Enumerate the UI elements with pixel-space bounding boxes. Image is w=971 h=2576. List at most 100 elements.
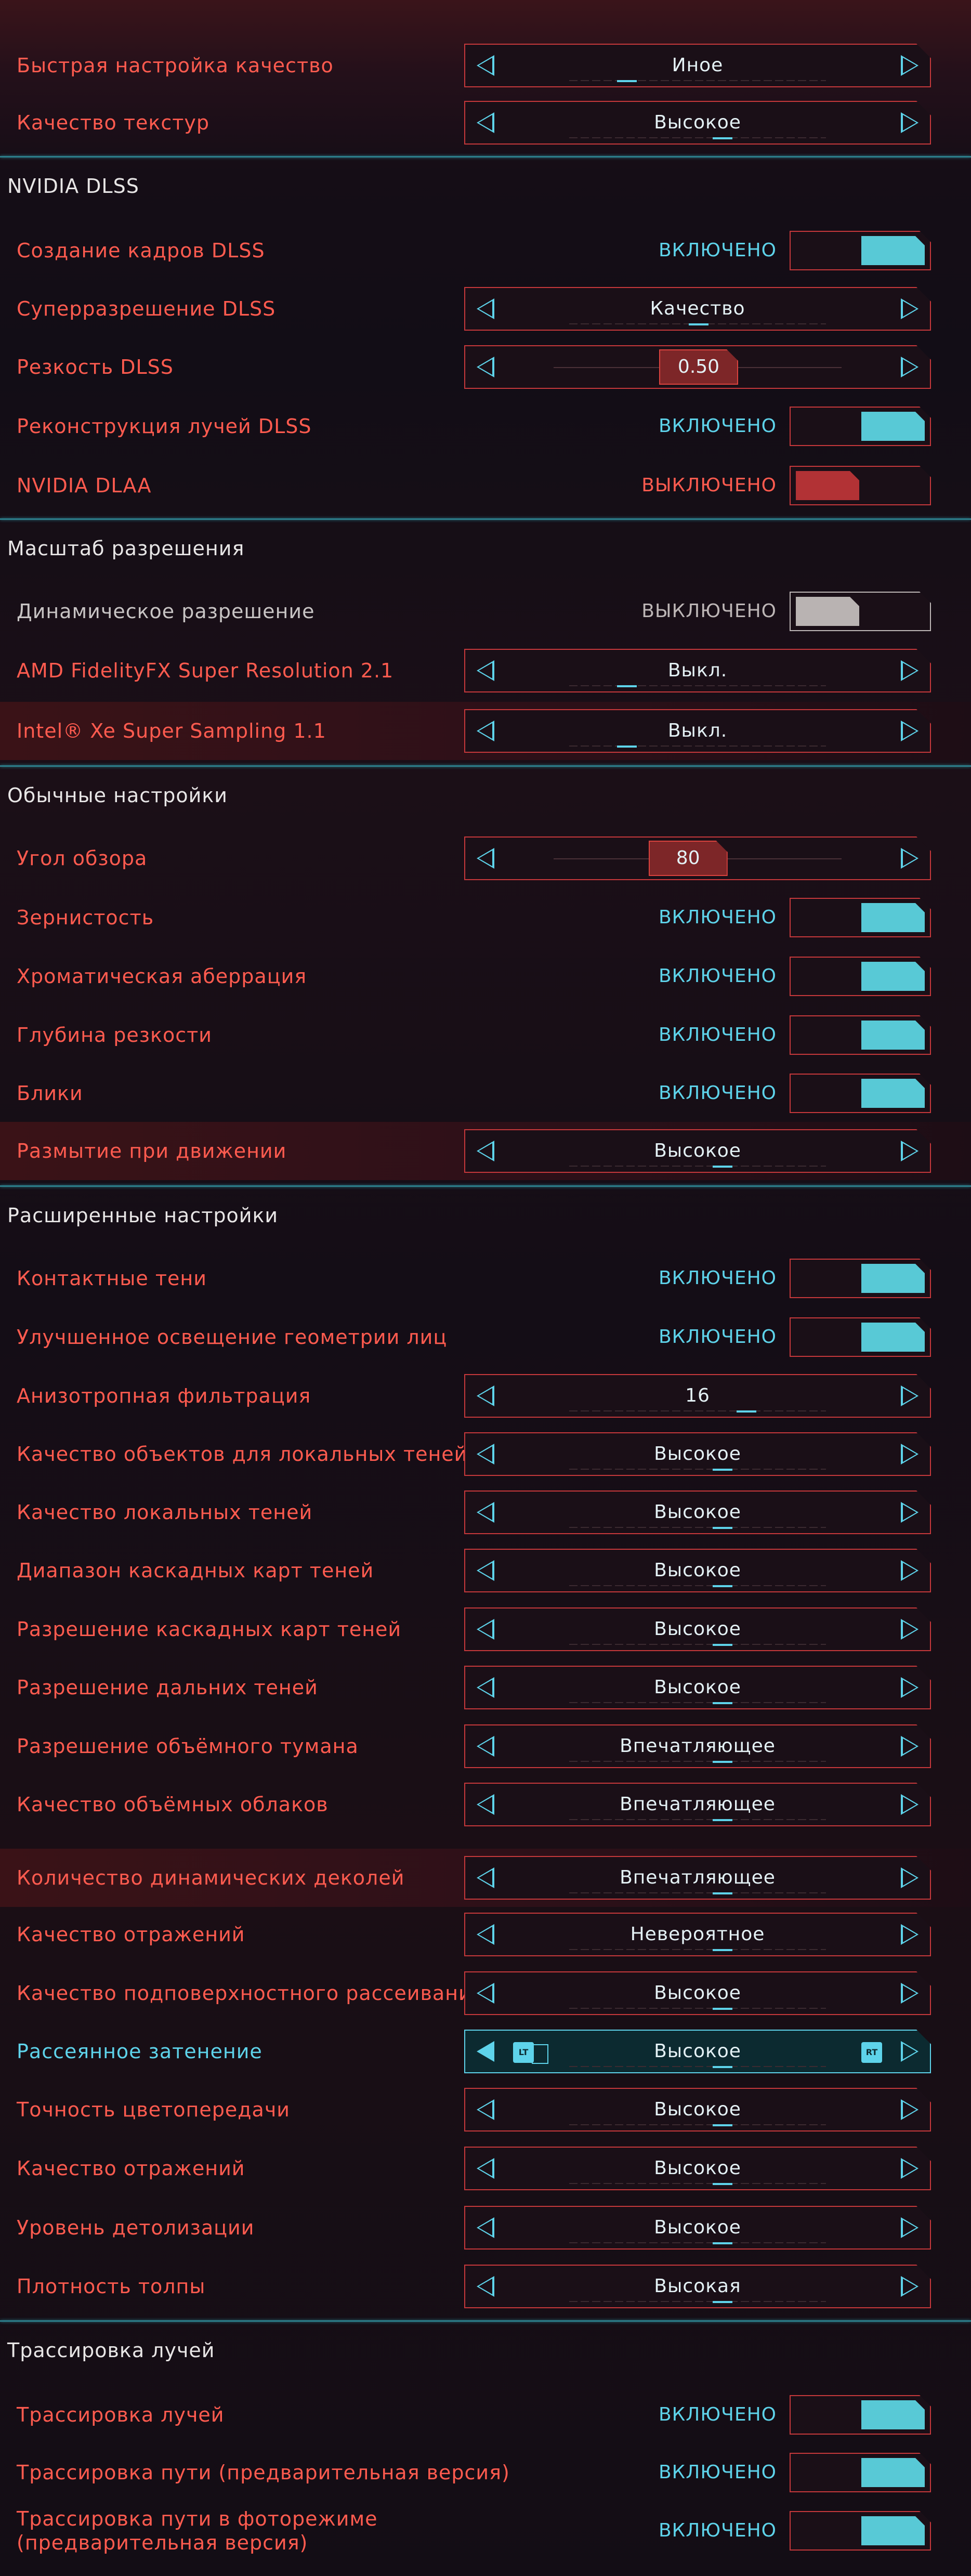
toggle-knob[interactable]	[861, 2458, 925, 2487]
toggle-switch[interactable]	[790, 1015, 931, 1055]
option-selector[interactable]: Высокое LT RT	[464, 2030, 931, 2073]
toggle-switch[interactable]	[790, 2395, 931, 2435]
option-value: Высокое	[654, 2099, 741, 2120]
option-selector[interactable]: Высокое	[464, 1129, 931, 1173]
option-selector[interactable]: Высокое	[464, 101, 931, 145]
setting-row[interactable]: Трассировка лучей ВКЛЮЧЕНО	[0, 2386, 971, 2444]
setting-row[interactable]: Разрешение дальних теней Высокое	[0, 1658, 971, 1717]
option-selector[interactable]: 16	[464, 1374, 931, 1418]
setting-row[interactable]: Суперразрешение DLSS Качество	[0, 280, 971, 338]
toggle-switch[interactable]	[790, 898, 931, 937]
setting-row[interactable]: Качество объектов для локальных теней Выс…	[0, 1425, 971, 1483]
setting-row[interactable]: Блики ВКЛЮЧЕНО	[0, 1064, 971, 1122]
option-selector[interactable]: Выкл.	[464, 709, 931, 753]
toggle-switch[interactable]	[790, 231, 931, 270]
toggle-knob[interactable]	[796, 597, 859, 626]
setting-row[interactable]: Уровень детолизации Высокое	[0, 2199, 971, 2257]
toggle-switch[interactable]	[790, 1259, 931, 1298]
option-selector[interactable]: Высокое	[464, 2147, 931, 2190]
arrow-right-icon[interactable]	[901, 848, 918, 869]
setting-row[interactable]: Глубина резкости ВКЛЮЧЕНО	[0, 1006, 971, 1064]
setting-row[interactable]: Размытие при движении Высокое	[0, 1122, 971, 1180]
slider-control[interactable]: 0.50	[464, 345, 931, 389]
option-selector[interactable]: Высокое	[464, 1607, 931, 1651]
setting-row[interactable]: Качество локальных теней Высокое	[0, 1483, 971, 1541]
option-selector[interactable]: Впечатляющее	[464, 1724, 931, 1768]
toggle-knob[interactable]	[861, 2516, 925, 2545]
setting-row[interactable]: NVIDIA DLAA ВЫКЛЮЧЕНО	[0, 456, 971, 515]
setting-row[interactable]: Качество подповерхностного рассеивания Вы…	[0, 1964, 971, 2022]
slider-control[interactable]: 80	[464, 836, 931, 880]
option-selector[interactable]: Высокое	[464, 1971, 931, 2015]
toggle-switch[interactable]	[790, 2453, 931, 2492]
setting-row[interactable]: Угол обзора 80	[0, 829, 971, 887]
setting-row[interactable]: Трассировка пути (предварительная версия…	[0, 2443, 971, 2502]
setting-row[interactable]: Качество объёмных облаков Впечатляющее	[0, 1775, 971, 1834]
option-selector[interactable]: Высокое	[464, 1490, 931, 1534]
toggle-switch[interactable]	[790, 1074, 931, 1113]
setting-row[interactable]: Улучшенное освещение геометрии лиц ВКЛЮЧЕ…	[0, 1308, 971, 1366]
toggle-switch[interactable]	[790, 1317, 931, 1357]
toggle-switch[interactable]	[790, 2511, 931, 2551]
toggle-knob[interactable]	[796, 471, 859, 500]
option-value: Впечатляющее	[620, 1867, 776, 1888]
toggle-switch[interactable]	[790, 592, 931, 631]
toggle-switch[interactable]	[790, 407, 931, 446]
option-selector[interactable]: Высокое	[464, 2088, 931, 2132]
toggle-knob[interactable]	[861, 412, 925, 441]
setting-row[interactable]: Разрешение каскадных карт теней Высокое	[0, 1600, 971, 1658]
setting-row[interactable]: Количество динамических деколей Впечатляю…	[0, 1849, 971, 1907]
setting-row[interactable]: Контактные тени ВКЛЮЧЕНО	[0, 1249, 971, 1307]
option-dots	[569, 1892, 826, 1893]
toggle-knob[interactable]	[861, 1323, 925, 1352]
option-selector[interactable]: Высокое	[464, 1549, 931, 1592]
setting-row[interactable]: Резкость DLSS 0.50	[0, 338, 971, 396]
option-selector[interactable]: Качество	[464, 287, 931, 331]
setting-row[interactable]: Рассеянное затенение Высокое LT RT	[0, 2022, 971, 2081]
option-selector[interactable]: Невероятное	[464, 1913, 931, 1956]
option-selector[interactable]: Впечатляющее	[464, 1783, 931, 1826]
toggle-knob[interactable]	[861, 903, 925, 932]
toggle-knob[interactable]	[861, 1021, 925, 1050]
toggle-switch[interactable]	[790, 957, 931, 996]
slider-thumb[interactable]: 0.50	[659, 349, 738, 385]
setting-row[interactable]: Качество текстур Высокое	[0, 94, 971, 152]
setting-row[interactable]: Хроматическая аберрация ВКЛЮЧЕНО	[0, 947, 971, 1005]
setting-row[interactable]: Динамическое разрешение ВЫКЛЮЧЕНО	[0, 582, 971, 640]
toggle-knob[interactable]	[861, 1264, 925, 1293]
arrow-right-icon[interactable]	[901, 357, 918, 377]
toggle-knob[interactable]	[861, 2400, 925, 2429]
toggle-switch[interactable]	[790, 466, 931, 505]
option-selector[interactable]: Высокое	[464, 2206, 931, 2250]
option-selector[interactable]: Впечатляющее	[464, 1856, 931, 1900]
setting-row[interactable]: Качество отражений Невероятное	[0, 1905, 971, 1964]
arrow-left-icon[interactable]	[477, 848, 494, 869]
toggle-knob[interactable]	[861, 962, 925, 991]
setting-label: Угол обзора	[17, 847, 148, 870]
slider-thumb[interactable]: 80	[649, 841, 728, 876]
setting-row[interactable]: Быстрая настройка качество Иное	[0, 36, 971, 95]
setting-row[interactable]: AMD FidelityFX Super Resolution 2.1 Выкл.	[0, 642, 971, 700]
option-selector[interactable]: Высокое	[464, 1666, 931, 1709]
setting-row[interactable]: Анизотропная фильтрация 16	[0, 1367, 971, 1425]
setting-row[interactable]: Зернистость ВКЛЮЧЕНО	[0, 888, 971, 947]
option-selector[interactable]: Выкл.	[464, 649, 931, 692]
setting-label: Качество подповерхностного рассеивания	[17, 1982, 484, 2005]
setting-row[interactable]: Создание кадров DLSS ВКЛЮЧЕНО	[0, 221, 971, 280]
option-selector[interactable]: Высокая	[464, 2265, 931, 2308]
toggle-knob[interactable]	[861, 1079, 925, 1108]
option-selector[interactable]: Иное	[464, 44, 931, 87]
setting-row[interactable]: Intel® Xe Super Sampling 1.1 Выкл.	[0, 702, 971, 760]
setting-row[interactable]: Разрешение объёмного тумана Впечатляющее	[0, 1717, 971, 1775]
arrow-left-icon[interactable]	[477, 357, 494, 377]
setting-row[interactable]: Диапазон каскадных карт теней Высокое	[0, 1541, 971, 1600]
option-value: Высокое	[654, 1982, 741, 2004]
option-selector[interactable]: Высокое	[464, 1432, 931, 1476]
setting-row[interactable]: Трассировка пути в фоторежиме (предварит…	[0, 2502, 971, 2560]
toggle-knob[interactable]	[861, 236, 925, 265]
setting-row[interactable]: Реконструкция лучей DLSS ВКЛЮЧЕНО	[0, 397, 971, 455]
setting-row[interactable]: Качество отражений Высокое	[0, 2139, 971, 2198]
setting-row[interactable]: Точность цветопередачи Высокое	[0, 2081, 971, 2139]
setting-row[interactable]: Плотность толпы Высокая	[0, 2257, 971, 2316]
setting-label: Качество объектов для локальных теней	[17, 1443, 468, 1466]
